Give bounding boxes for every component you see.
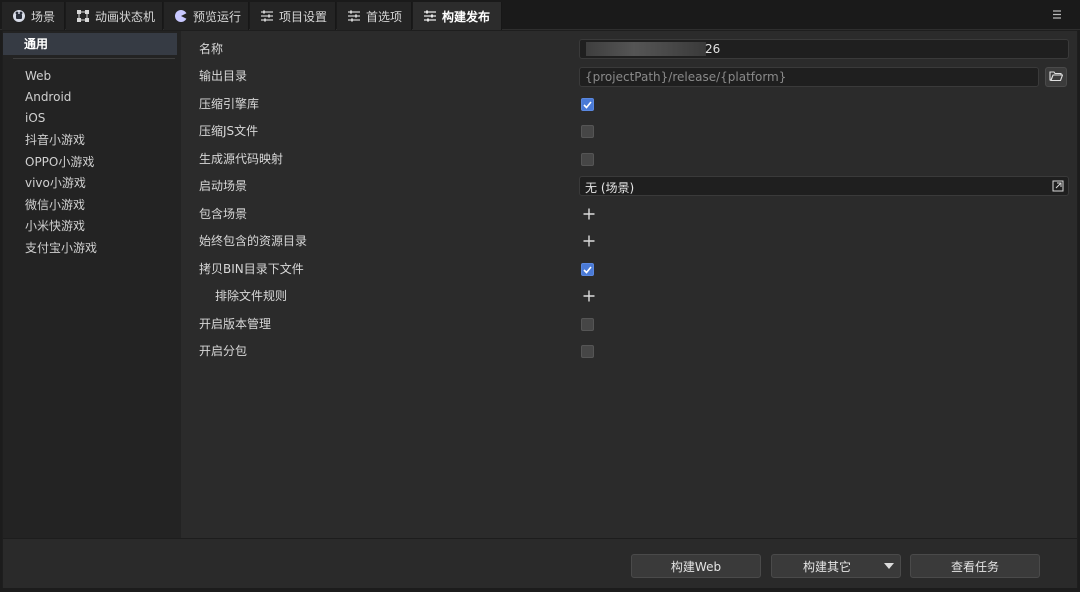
sidebar-item-web[interactable]: Web bbox=[25, 66, 51, 86]
view-tasks-button[interactable]: 查看任务 bbox=[910, 554, 1040, 578]
sliders-icon bbox=[347, 9, 361, 23]
build-other-button[interactable]: 构建其它 bbox=[771, 554, 901, 578]
add-include-scene-icon[interactable] bbox=[583, 208, 595, 220]
tab-preferences[interactable]: 首选项 bbox=[337, 2, 412, 30]
sliders-icon bbox=[260, 9, 274, 23]
subpackage-checkbox[interactable] bbox=[581, 345, 594, 358]
redacted-mask bbox=[586, 42, 706, 56]
build-web-button[interactable]: 构建Web bbox=[631, 554, 761, 578]
name-label: 名称 bbox=[199, 42, 224, 56]
pick-asset-icon[interactable] bbox=[1051, 179, 1065, 193]
platform-sidebar: 通用 Web Android iOS 抖音小游戏 OPPO小游戏 vivo小游戏… bbox=[3, 31, 181, 538]
copy-bin-label: 拷贝BIN目录下文件 bbox=[199, 262, 304, 276]
preview-icon bbox=[174, 9, 188, 23]
start-scene-value: 无 (场景) bbox=[585, 181, 635, 195]
tab-label: 预览运行 bbox=[193, 9, 242, 24]
output-dir-placeholder: {projectPath}/release/{platform} bbox=[585, 70, 787, 84]
sidebar-item-oppo[interactable]: OPPO小游戏 bbox=[25, 152, 94, 172]
state-machine-icon bbox=[76, 9, 90, 23]
sidebar-item-ios[interactable]: iOS bbox=[25, 108, 45, 128]
version-mgmt-label: 开启版本管理 bbox=[199, 317, 272, 331]
tab-label: 场景 bbox=[31, 9, 56, 24]
action-bar: 构建Web 构建其它 查看任务 bbox=[3, 538, 1077, 588]
include-scenes-label: 包含场景 bbox=[199, 207, 248, 221]
sidebar-item-vivo[interactable]: vivo小游戏 bbox=[25, 173, 86, 193]
add-resource-dir-icon[interactable] bbox=[583, 235, 595, 247]
menu-icon[interactable] bbox=[1050, 6, 1064, 22]
output-dir-field[interactable]: {projectPath}/release/{platform} bbox=[579, 67, 1039, 87]
tab-label: 构建发布 bbox=[442, 9, 491, 24]
source-map-checkbox[interactable] bbox=[581, 153, 594, 166]
check-icon bbox=[583, 98, 592, 112]
sidebar-item-alipay[interactable]: 支付宝小游戏 bbox=[25, 238, 97, 258]
name-field[interactable]: 26 bbox=[579, 39, 1069, 59]
tab-scene[interactable]: 场景 bbox=[2, 2, 65, 30]
version-mgmt-checkbox[interactable] bbox=[581, 318, 594, 331]
always-include-label: 始终包含的资源目录 bbox=[199, 234, 308, 248]
sidebar-item-android[interactable]: Android bbox=[25, 87, 71, 107]
subpackage-label: 开启分包 bbox=[199, 344, 248, 358]
sidebar-divider bbox=[13, 58, 175, 59]
build-other-label: 构建其它 bbox=[802, 559, 851, 574]
sidebar-item-general[interactable]: 通用 bbox=[3, 33, 177, 55]
source-map-label: 生成源代码映射 bbox=[199, 152, 284, 166]
tab-label: 动画状态机 bbox=[95, 9, 156, 24]
sidebar-item-wechat[interactable]: 微信小游戏 bbox=[25, 195, 85, 215]
sidebar-item-xiaomi[interactable]: 小米快游戏 bbox=[25, 216, 85, 236]
chevron-down-icon[interactable] bbox=[884, 563, 894, 569]
add-exclude-rule-icon[interactable] bbox=[583, 290, 595, 302]
copy-bin-checkbox[interactable] bbox=[581, 263, 594, 276]
sidebar-item-douyin[interactable]: 抖音小游戏 bbox=[25, 130, 85, 150]
folder-open-icon bbox=[1049, 70, 1064, 85]
output-dir-label: 输出目录 bbox=[199, 69, 248, 83]
compress-js-checkbox[interactable] bbox=[581, 125, 594, 138]
compress-js-label: 压缩JS文件 bbox=[199, 124, 259, 138]
tab-label: 首选项 bbox=[366, 9, 403, 24]
compress-engine-label: 压缩引擎库 bbox=[199, 97, 260, 111]
name-value: 26 bbox=[705, 42, 721, 56]
sliders-icon bbox=[423, 9, 437, 23]
tab-animation-state-machine[interactable]: 动画状态机 bbox=[66, 2, 163, 30]
build-window: 通用 Web Android iOS 抖音小游戏 OPPO小游戏 vivo小游戏… bbox=[2, 30, 1078, 588]
scene-icon bbox=[12, 9, 26, 23]
start-scene-field[interactable]: 无 (场景) bbox=[579, 176, 1069, 196]
settings-panel: 名称 26 输出目录 {projectPath}/release/{platfo… bbox=[181, 31, 1077, 538]
tab-label: 项目设置 bbox=[279, 9, 328, 24]
start-scene-label: 启动场景 bbox=[199, 179, 248, 193]
tab-preview-run[interactable]: 预览运行 bbox=[164, 2, 249, 30]
browse-folder-button[interactable] bbox=[1045, 67, 1067, 87]
tab-project-settings[interactable]: 项目设置 bbox=[250, 2, 336, 30]
compress-engine-checkbox[interactable] bbox=[581, 98, 594, 111]
check-icon bbox=[583, 263, 592, 277]
tab-bar: 场景 动画状态机 预览运行 项目设置 首选项 构建发布 bbox=[0, 0, 1080, 30]
tab-build-publish[interactable]: 构建发布 bbox=[413, 2, 502, 30]
exclude-rules-label: 排除文件规则 bbox=[215, 289, 288, 303]
